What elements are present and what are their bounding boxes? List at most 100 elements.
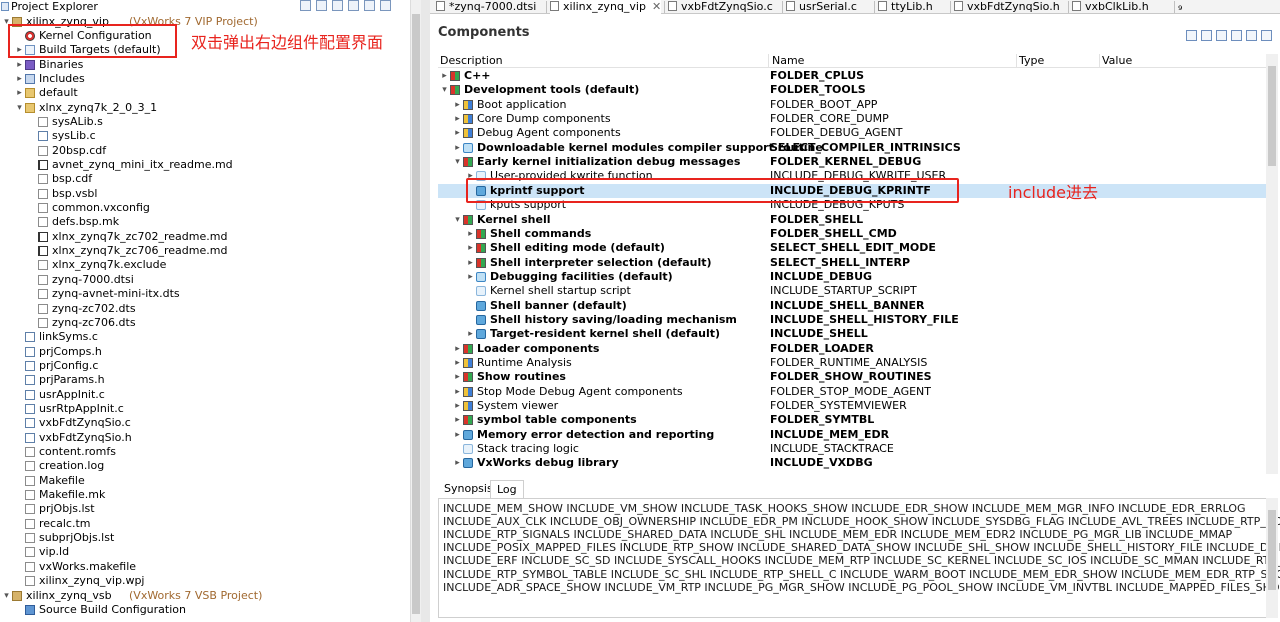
lower-tab-log[interactable]: Log <box>490 480 524 498</box>
component-row[interactable]: ▸ Boot application FOLDER_BOOT_APP <box>438 98 1266 112</box>
collapsed-arrow-icon[interactable]: ▸ <box>15 86 24 100</box>
component-row[interactable]: ▸ Shell commands FOLDER_SHELL_CMD <box>438 227 1266 241</box>
tree-item[interactable]: vip.ld <box>0 545 408 559</box>
collapse-icon[interactable] <box>1186 30 1197 41</box>
expanded-arrow-icon[interactable]: ▾ <box>2 15 11 29</box>
component-row[interactable]: ▸ Downloadable kernel modules compiler su… <box>438 141 1266 155</box>
component-row[interactable]: ▸ symbol table components FOLDER_SYMTBL <box>438 413 1266 427</box>
collapsed-arrow-icon[interactable]: ▸ <box>453 98 462 112</box>
editor-tab[interactable]: vxbFdtZynqSio.h <box>954 0 1060 14</box>
collapsed-arrow-icon[interactable]: ▸ <box>466 327 475 341</box>
log-scrollbar[interactable] <box>1266 498 1278 618</box>
tree-item[interactable]: Makefile <box>0 474 408 488</box>
collapsed-arrow-icon[interactable]: ▸ <box>453 385 462 399</box>
tree-item[interactable]: linkSyms.c <box>0 330 408 344</box>
component-row[interactable]: ▸ Stop Mode Debug Agent components FOLDER_… <box>438 385 1266 399</box>
collapsed-arrow-icon[interactable]: ▸ <box>453 456 462 470</box>
tree-item[interactable]: prjConfig.c <box>0 359 408 373</box>
component-row[interactable]: Shell history saving/loading mechanism IN… <box>438 313 1266 327</box>
collapsed-arrow-icon[interactable]: ▸ <box>466 227 475 241</box>
collapsed-arrow-icon[interactable]: ▸ <box>440 69 449 83</box>
editor-tab[interactable]: ₉ <box>1178 0 1182 14</box>
tree-item[interactable]: bsp.cdf <box>0 172 408 186</box>
editor-tab[interactable]: usrSerial.c <box>786 0 857 14</box>
collapsed-arrow-icon[interactable]: ▸ <box>453 399 462 413</box>
collapsed-arrow-icon[interactable]: ▸ <box>466 169 475 183</box>
tree-item[interactable]: usrRtpAppInit.c <box>0 402 408 416</box>
component-row[interactable]: ▸ VxWorks debug library INCLUDE_VXDBG <box>438 456 1266 470</box>
collapsed-arrow-icon[interactable]: ▸ <box>453 356 462 370</box>
component-row[interactable]: ▸ Debugging facilities (default) INCLUDE_D… <box>438 270 1266 284</box>
column-divider[interactable] <box>1016 54 1017 68</box>
component-row[interactable]: ▾ Early kernel initialization debug messa… <box>438 155 1266 169</box>
component-row[interactable]: Shell banner (default) INCLUDE_SHELL_BANN… <box>438 299 1266 313</box>
tree-item[interactable]: ▾ xlnx_zynq7k_2_0_3_1 <box>0 101 408 115</box>
component-row[interactable]: ▸ Memory error detection and reporting INC… <box>438 428 1266 442</box>
editor-tab[interactable]: ttyLib.h <box>878 0 933 14</box>
search-components-icon[interactable] <box>1261 30 1272 41</box>
expanded-arrow-icon[interactable]: ▾ <box>453 155 462 169</box>
editor-tab[interactable]: xilinx_zynq_vip ✕ <box>550 0 662 14</box>
tree-item[interactable]: usrAppInit.c <box>0 388 408 402</box>
tree-item[interactable]: sysLib.c <box>0 129 408 143</box>
tree-item[interactable]: common.vxconfig <box>0 201 408 215</box>
maximize-icon[interactable] <box>380 0 391 11</box>
log-scrollbar-thumb[interactable] <box>1268 510 1276 590</box>
component-row[interactable]: ▸ Debug Agent components FOLDER_DEBUG_AGEN… <box>438 126 1266 140</box>
minimize-icon[interactable] <box>364 0 375 11</box>
component-row[interactable]: ▸ Shell editing mode (default) SELECT_SHEL… <box>438 241 1266 255</box>
grid-view-icon[interactable] <box>1246 30 1257 41</box>
tree-item[interactable]: sysALib.s <box>0 115 408 129</box>
component-row[interactable]: ▸ Target-resident kernel shell (default) I… <box>438 327 1266 341</box>
column-name[interactable]: Name <box>772 54 804 68</box>
tree-item[interactable]: zynq-avnet-mini-itx.dts <box>0 287 408 301</box>
tree-item[interactable]: prjObjs.lst <box>0 502 408 516</box>
collapsed-arrow-icon[interactable]: ▸ <box>453 413 462 427</box>
editor-tab[interactable]: vxbFdtZynqSio.c <box>668 0 773 14</box>
component-row[interactable]: kputs support INCLUDE_DEBUG_KPUTS <box>438 198 1266 212</box>
tree-item[interactable]: avnet_zynq_mini_itx_readme.md <box>0 158 408 172</box>
tree-item[interactable]: defs.bsp.mk <box>0 215 408 229</box>
collapsed-arrow-icon[interactable]: ▸ <box>453 428 462 442</box>
component-row[interactable]: ▸ Core Dump components FOLDER_CORE_DUMP <box>438 112 1266 126</box>
components-scrollbar[interactable] <box>1266 54 1278 474</box>
tree-item[interactable]: xlnx_zynq7k.exclude <box>0 258 408 272</box>
tree-item[interactable]: vxbFdtZynqSio.h <box>0 431 408 445</box>
component-row[interactable]: ▸ Runtime Analysis FOLDER_RUNTIME_ANALYSIS <box>438 356 1266 370</box>
collapsed-arrow-icon[interactable]: ▸ <box>15 58 24 72</box>
tree-item[interactable]: subprjObjs.lst <box>0 531 408 545</box>
tree-item[interactable]: 20bsp.cdf <box>0 144 408 158</box>
tree-item[interactable]: xlnx_zynq7k_zc706_readme.md <box>0 244 408 258</box>
component-row[interactable]: ▾ Kernel shell FOLDER_SHELL <box>438 213 1266 227</box>
filter-components-icon[interactable] <box>1231 30 1242 41</box>
tree-item[interactable]: vxWorks.makefile <box>0 560 408 574</box>
column-divider[interactable] <box>1099 54 1100 68</box>
view-menu-icon[interactable] <box>348 0 359 11</box>
component-row[interactable]: ▾ Development tools (default) FOLDER_TOOLS <box>438 83 1266 97</box>
component-row[interactable]: kprintf support INCLUDE_DEBUG_KPRINTF <box>438 183 1266 199</box>
expanded-arrow-icon[interactable]: ▾ <box>440 83 449 97</box>
tree-item[interactable]: bsp.vsbl <box>0 187 408 201</box>
component-row[interactable]: ▸ C++ FOLDER_CPLUS <box>438 69 1266 83</box>
component-row[interactable]: ▸ Shell interpreter selection (default) SE… <box>438 256 1266 270</box>
expanded-arrow-icon[interactable]: ▾ <box>2 589 11 603</box>
collapsed-arrow-icon[interactable]: ▸ <box>453 126 462 140</box>
collapsed-arrow-icon[interactable]: ▸ <box>453 370 462 384</box>
component-row[interactable]: ▸ System viewer FOLDER_SYSTEMVIEWER <box>438 399 1266 413</box>
collapsed-arrow-icon[interactable]: ▸ <box>466 270 475 284</box>
tree-item[interactable]: creation.log <box>0 459 408 473</box>
tree-item[interactable]: ▾ xilinx_zynq_vsb (VxWorks 7 VSB Project) <box>0 589 408 603</box>
sort-icon[interactable] <box>1216 30 1227 41</box>
collapsed-arrow-icon[interactable]: ▸ <box>15 72 24 86</box>
component-row[interactable]: ▸ Show routines FOLDER_SHOW_ROUTINES <box>438 370 1266 384</box>
component-row[interactable]: Kernel shell startup script INCLUDE_START… <box>438 284 1266 298</box>
column-value[interactable]: Value <box>1102 54 1132 68</box>
tree-item[interactable]: ▸ Binaries <box>0 58 408 72</box>
components-scrollbar-thumb[interactable] <box>1268 66 1276 166</box>
column-description[interactable]: Description <box>440 54 503 68</box>
collapsed-arrow-icon[interactable]: ▸ <box>466 241 475 255</box>
editor-tab[interactable]: *zynq-7000.dtsi <box>436 0 536 14</box>
tree-item[interactable]: ▸ Includes <box>0 72 408 86</box>
editor-tab[interactable]: vxbClkLib.h <box>1072 0 1149 14</box>
tree-item[interactable]: zynq-zc706.dts <box>0 316 408 330</box>
